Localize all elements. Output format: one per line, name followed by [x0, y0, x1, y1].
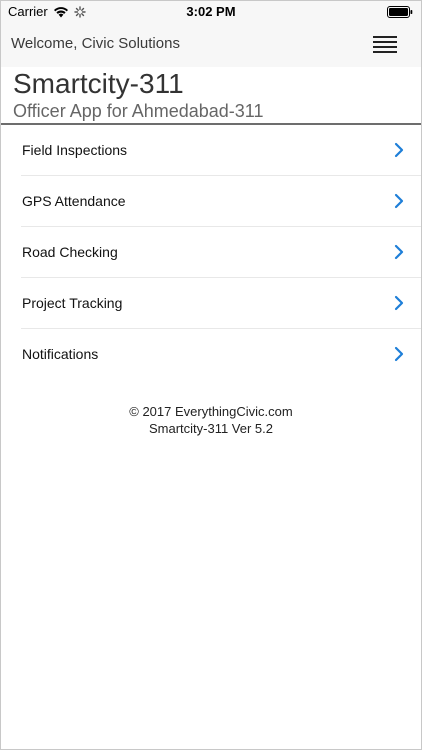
app-subtitle: Officer App for Ahmedabad-311	[13, 101, 264, 121]
app-frame: Carrier 3:02 PM Welcome, Civic Solutions…	[0, 0, 422, 750]
hamburger-line	[373, 36, 397, 38]
chevron-right-icon	[393, 193, 405, 209]
nav-bar: Welcome, Civic Solutions	[1, 23, 421, 67]
menu-item-label: Notifications	[22, 346, 99, 362]
menu-item-gps-attendance[interactable]: GPS Attendance	[21, 176, 421, 227]
menu-item-label: Field Inspections	[22, 142, 128, 158]
version-text: Smartcity-311 Ver 5.2	[148, 421, 274, 436]
status-time: 3:02 PM	[186, 4, 236, 19]
hamburger-line	[373, 41, 397, 43]
chevron-right-icon	[393, 295, 405, 311]
menu-item-notifications[interactable]: Notifications	[21, 329, 421, 379]
chevron-right-icon	[393, 346, 405, 362]
menu-item-label: Road Checking	[22, 244, 118, 260]
status-bar: Carrier 3:02 PM	[1, 1, 421, 23]
chevron-right-icon	[393, 244, 405, 260]
menu-item-project-tracking[interactable]: Project Tracking	[21, 278, 421, 329]
battery-icon	[387, 6, 413, 18]
chevron-right-icon	[393, 142, 405, 158]
app-header: Smartcity-311 Officer App for Ahmedabad-…	[1, 67, 421, 125]
hamburger-line	[373, 51, 397, 53]
menu-item-road-checking[interactable]: Road Checking	[21, 227, 421, 278]
menu-list: Field Inspections GPS Attendance Road Ch…	[21, 125, 421, 379]
menu-item-label: Project Tracking	[22, 295, 123, 311]
app-title: Smartcity-311	[13, 68, 184, 99]
hamburger-line	[373, 46, 397, 48]
menu-item-label: GPS Attendance	[22, 193, 126, 209]
footer: © 2017 EverythingCivic.com Smartcity-311…	[1, 403, 421, 437]
welcome-text: Welcome, Civic Solutions	[11, 35, 180, 52]
menu-item-field-inspections[interactable]: Field Inspections	[21, 125, 421, 176]
copyright-text: © 2017 EverythingCivic.com	[129, 404, 293, 419]
hamburger-menu-button[interactable]	[373, 34, 399, 56]
